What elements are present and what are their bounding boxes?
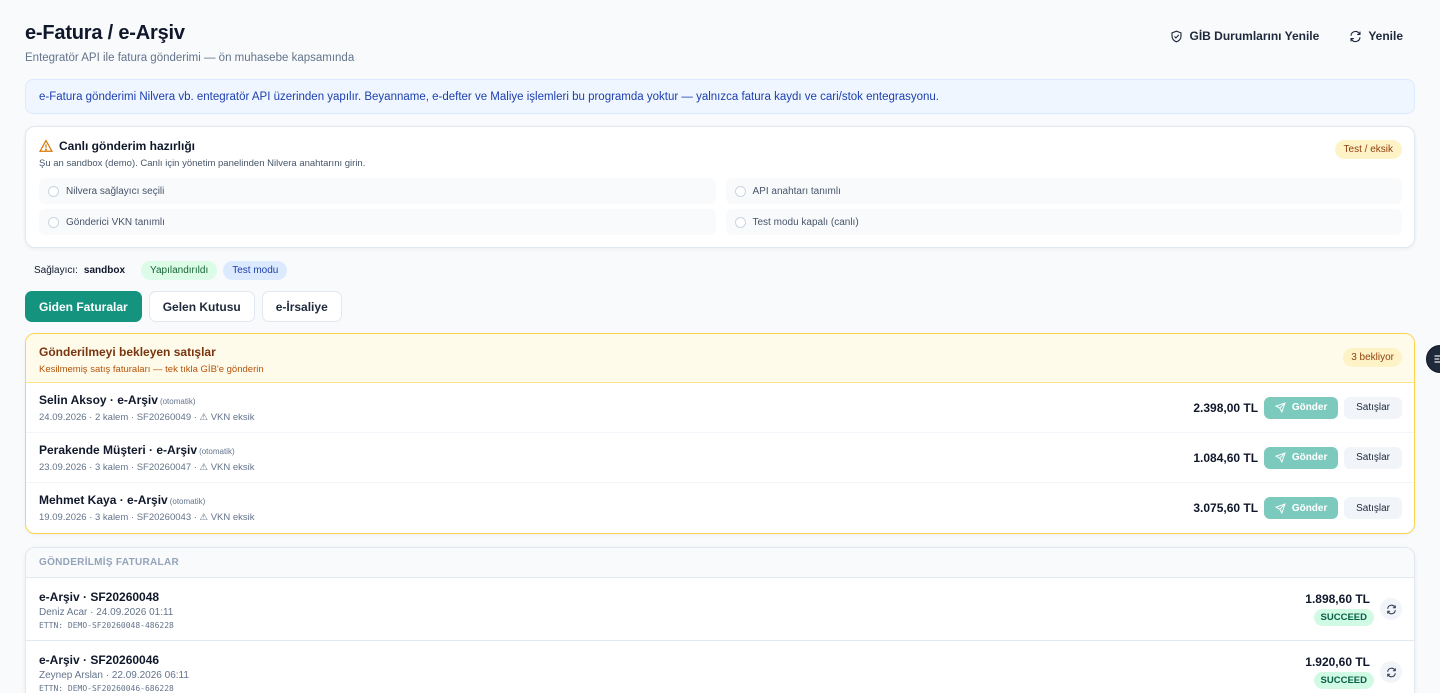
empty-circle-icon	[48, 216, 59, 228]
pending-sales-panel: Gönderilmeyi bekleyen satışlar Kesilmemi…	[25, 333, 1415, 534]
empty-circle-icon	[734, 185, 746, 197]
invoice-ettn: ETTN: DEMO-SF20260048-486228	[39, 621, 174, 630]
tab-bar: Giden Faturalar Gelen Kutusu e-İrsaliye	[25, 291, 1415, 322]
send-label: Gönder	[1291, 402, 1328, 413]
empty-circle-icon	[48, 185, 59, 197]
empty-circle-icon	[734, 216, 746, 228]
refresh-icon	[1386, 667, 1396, 677]
auto-tag: (otomatik)	[159, 396, 196, 406]
check-label: API anahtarı tanımlı	[752, 185, 841, 197]
sales-button[interactable]: Satışlar	[1344, 396, 1402, 419]
sales-button[interactable]: Satışlar	[1344, 497, 1402, 519]
check-item-vkn: Gönderici VKN tanımlı	[39, 209, 716, 235]
pending-customer: Selin Aksoy · e-Arşiv	[39, 392, 158, 407]
refresh-icon	[1386, 604, 1396, 614]
tab-outgoing-invoices[interactable]: Giden Faturalar	[25, 291, 142, 322]
gib-refresh-button[interactable]: GİB Durumlarını Yenile	[1170, 29, 1319, 43]
send-icon	[1274, 402, 1286, 413]
check-item-test-mode: Test modu kapalı (canlı)	[725, 209, 1402, 235]
info-banner: e-Fatura gönderimi Nilvera vb. entegratö…	[25, 79, 1415, 114]
shield-check-icon	[1171, 30, 1183, 42]
row-refresh-button[interactable]	[1380, 661, 1402, 683]
pending-meta: 19.09.2026 · 3 kalem · SF20260043 · ⚠ VK…	[39, 512, 255, 523]
pending-row: Mehmet Kaya · e-Arşiv (otomatik) 19.09.20…	[26, 483, 1414, 533]
send-button[interactable]: Gönder	[1264, 396, 1339, 419]
pending-amount: 3.075,60 TL	[1193, 501, 1259, 515]
refresh-icon	[1350, 30, 1361, 42]
tab-inbox[interactable]: Gelen Kutusu	[148, 291, 255, 322]
sent-invoices-panel: GÖNDERİLMİŞ FATURALAR e-Arşiv · SF202600…	[25, 547, 1415, 693]
readiness-status-badge: Test / eksik	[1334, 140, 1402, 159]
pending-meta: 23.09.2026 · 3 kalem · SF20260047 · ⚠ VK…	[39, 461, 255, 473]
page-subtitle: Entegratör API ile fatura gönderimi — ön…	[25, 52, 355, 64]
refresh-label: Yenile	[1368, 29, 1403, 43]
check-item-api-key: API anahtarı tanımlı	[725, 178, 1402, 204]
row-refresh-button[interactable]	[1380, 598, 1402, 620]
send-icon	[1274, 502, 1286, 514]
invoice-meta: Zeynep Arslan · 22.09.2026 06:11	[39, 670, 189, 681]
pending-row: Perakende Müşteri · e-Arşiv (otomatik) 23…	[26, 433, 1414, 483]
pending-title: Gönderilmeyi bekleyen satışlar	[39, 345, 216, 359]
provider-label: Sağlayıcı:	[34, 265, 78, 276]
page-title: e-Fatura / e-Arşiv	[25, 22, 185, 44]
tab-e-waybill[interactable]: e-İrsaliye	[261, 291, 342, 322]
check-label: Nilvera sağlayıcı seçili	[66, 185, 165, 197]
sent-invoice-row: e-Arşiv · SF20260048 Deniz Acar · 24.09.…	[26, 578, 1414, 641]
readiness-title: Canlı gönderim hazırlığı	[59, 139, 196, 153]
invoice-meta: Deniz Acar · 24.09.2026 01:11	[39, 607, 174, 618]
sent-invoice-row: e-Arşiv · SF20260046 Zeynep Arslan · 22.…	[26, 641, 1414, 693]
provider-name: sandbox	[83, 265, 126, 276]
refresh-button[interactable]: Yenile	[1349, 29, 1403, 43]
send-icon	[1274, 452, 1286, 463]
invoice-ettn: ETTN: DEMO-SF20260046-686228	[39, 684, 174, 693]
check-label: Test modu kapalı (canlı)	[752, 216, 859, 228]
page: e-Fatura / e-Arşiv Entegratör API ile fa…	[0, 0, 1440, 693]
list-settings-icon	[1434, 355, 1440, 363]
check-label: Gönderici VKN tanımlı	[66, 216, 165, 228]
pending-count-badge: 3 bekliyor	[1343, 348, 1402, 367]
status-badge: SUCCEED	[1313, 609, 1374, 626]
pending-customer: Mehmet Kaya · e-Arşiv	[39, 493, 168, 507]
warning-icon	[39, 139, 53, 152]
provider-mode-badge: Test modu	[223, 261, 288, 280]
readiness-card: Canlı gönderim hazırlığı Şu an sandbox (…	[25, 126, 1415, 248]
check-item-provider: Nilvera sağlayıcı seçili	[39, 178, 716, 204]
sent-invoices-title: GÖNDERİLMİŞ FATURALAR	[26, 548, 1414, 578]
invoice-title: e-Arşiv · SF20260046	[39, 653, 160, 667]
auto-tag: (otomatik)	[169, 497, 206, 506]
pending-row: Selin Aksoy · e-Arşiv (otomatik) 24.09.20…	[26, 383, 1414, 433]
pending-meta: 24.09.2026 · 2 kalem · SF20260049 · ⚠ VK…	[39, 411, 255, 423]
auto-tag: (otomatik)	[199, 446, 235, 456]
gib-refresh-label: GİB Durumlarını Yenile	[1189, 29, 1320, 43]
send-button[interactable]: Gönder	[1264, 497, 1339, 519]
send-button[interactable]: Gönder	[1264, 446, 1339, 469]
provider-status-badge: Yapılandırıldı	[141, 261, 218, 280]
status-badge: SUCCEED	[1313, 672, 1374, 689]
provider-bar: Sağlayıcı: sandbox Yapılandırıldı Test m…	[25, 261, 1415, 280]
invoice-amount: 1.920,60 TL	[1305, 655, 1370, 669]
pending-customer: Perakende Müşteri · e-Arşiv	[39, 442, 198, 457]
readiness-subtitle: Şu an sandbox (demo). Canlı için yönetim…	[39, 158, 366, 169]
invoice-amount: 1.898,60 TL	[1305, 592, 1370, 606]
sales-button[interactable]: Satışlar	[1344, 446, 1402, 469]
send-label: Gönder	[1291, 452, 1328, 463]
invoice-title: e-Arşiv · SF20260048	[39, 590, 160, 604]
pending-amount: 2.398,00 TL	[1193, 400, 1259, 415]
page-header: e-Fatura / e-Arşiv Entegratör API ile fa…	[25, 0, 1415, 79]
pending-subtitle: Kesilmemiş satış faturaları — tek tıkla …	[39, 364, 264, 375]
pending-amount: 1.084,60 TL	[1193, 450, 1259, 465]
send-label: Gönder	[1291, 502, 1328, 514]
